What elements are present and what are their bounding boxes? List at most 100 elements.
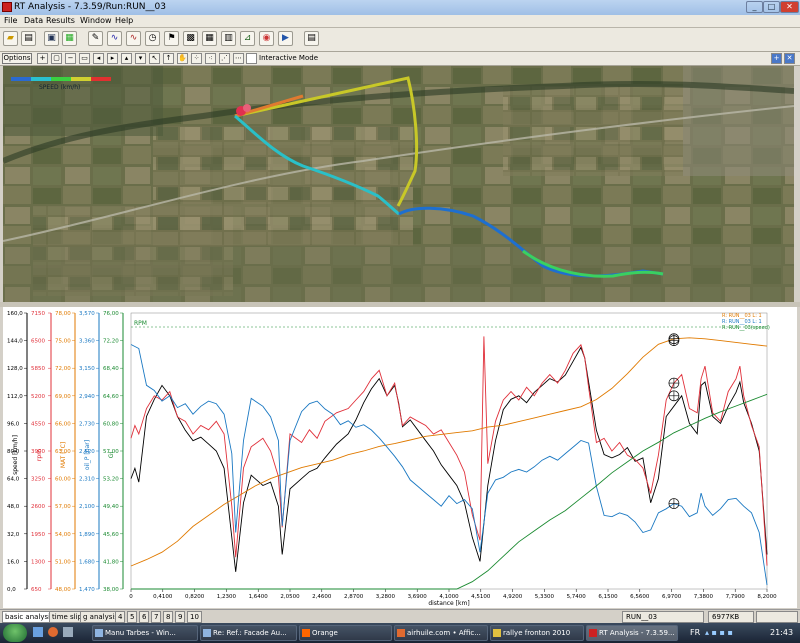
pointer-icon[interactable]: ↑ [163, 53, 174, 64]
pan-up-icon[interactable]: ▴ [121, 53, 132, 64]
node-icon[interactable]: ⁘ [191, 53, 202, 64]
folder-icon [493, 629, 501, 637]
clock[interactable]: 21:43 [770, 628, 793, 637]
stopwatch-icon[interactable]: ◷ [145, 31, 160, 46]
taskbar-item-windows-live[interactable]: Manu Tarbes - Win... [92, 625, 198, 641]
taskbar-item-airhuile[interactable]: airhuile.com • Affic... [394, 625, 488, 641]
y-tick-label: 60,00 [55, 477, 71, 483]
y-tick-label: 1,680 [79, 559, 95, 565]
tab-7[interactable]: 7 [151, 611, 162, 623]
zoom-fit-icon[interactable]: ▢ [51, 53, 62, 64]
language-indicator[interactable]: FR [690, 628, 700, 637]
select-icon[interactable]: ▭ [79, 53, 90, 64]
menu-data[interactable]: Data [24, 16, 43, 25]
y-tick-label: 2,100 [79, 504, 95, 510]
y-tick-label: 41,80 [103, 559, 119, 565]
x-tick-label: 6,9700 [662, 594, 682, 600]
print-icon[interactable]: ▤ [21, 31, 36, 46]
measure-icon[interactable]: ⋯ [233, 53, 244, 64]
ie-icon[interactable] [33, 627, 43, 637]
graph-icon[interactable]: ⊿ [240, 31, 255, 46]
maximize-button[interactable]: □ [763, 1, 780, 13]
y-tick-label: 2,730 [79, 421, 95, 427]
map-expand-icon[interactable]: + [771, 53, 782, 64]
open-folder-icon[interactable]: ▰ [3, 31, 18, 46]
calculator-icon[interactable]: ▥ [221, 31, 236, 46]
tab-8[interactable]: 8 [163, 611, 174, 623]
tab-10[interactable]: 10 [187, 611, 202, 623]
y-tick-label: 2,940 [79, 394, 95, 400]
zoom-out-icon[interactable]: − [65, 53, 76, 64]
y-tick-label: 51,00 [55, 559, 71, 565]
flag-icon[interactable]: ⚑ [164, 31, 179, 46]
y-tick-label: 5850 [31, 366, 45, 372]
x-tick-label: 0 [129, 594, 133, 600]
cursor-icon[interactable]: ↖ [149, 53, 160, 64]
pen-icon[interactable]: ✎ [88, 31, 103, 46]
y-tick-label: 38,00 [103, 587, 119, 593]
chart-icon[interactable]: ∿ [107, 31, 122, 46]
menu-help[interactable]: Help [115, 16, 133, 25]
y-tick-label: 54,00 [55, 532, 71, 538]
y-tick-label: 45,60 [103, 532, 119, 538]
zoom-in-icon[interactable]: + [37, 53, 48, 64]
taskbar-item-rallye[interactable]: rallye fronton 2010 [490, 625, 584, 641]
pan-left-icon[interactable]: ◂ [93, 53, 104, 64]
y-axis-label: speed [km/h] [12, 435, 19, 475]
y-tick-label: 128,0 [7, 366, 23, 372]
y-tick-label: 4550 [31, 421, 45, 427]
export-icon[interactable]: ▦ [62, 31, 77, 46]
title-bar: RT Analysis - 7.3.59/Run:RUN__03 _ □ ✕ [0, 0, 800, 15]
tab-5[interactable]: 5 [127, 611, 138, 623]
tab-6[interactable]: 6 [139, 611, 150, 623]
y-tick-label: 3,360 [79, 339, 95, 345]
taskbar-item-label: RT Analysis - 7.3.59... [599, 629, 675, 637]
save-icon[interactable]: ▣ [44, 31, 59, 46]
y-tick-label: 7150 [31, 311, 45, 317]
hand-icon[interactable]: ✋ [177, 53, 188, 64]
tab-4[interactable]: 4 [115, 611, 126, 623]
menu-window[interactable]: Window [80, 16, 112, 25]
options-button[interactable]: Options [2, 53, 32, 64]
start-button[interactable] [3, 624, 27, 642]
chart-svg: 0,016,032,048,064,080,096,0112,0128,0144… [7, 311, 777, 607]
y-tick-label: 160,0 [7, 311, 23, 317]
show-desktop-icon[interactable] [63, 627, 73, 637]
grid-icon[interactable]: ▦ [202, 31, 217, 46]
y-tick-label: 5200 [31, 394, 45, 400]
y-tick-label: 57,00 [55, 504, 71, 510]
y-tick-label: 53,20 [103, 477, 119, 483]
x-tick-label: 2,4600 [312, 594, 332, 600]
race-flag-icon[interactable]: ▩ [183, 31, 198, 46]
map-close-icon[interactable]: ✕ [784, 53, 795, 64]
close-button[interactable]: ✕ [780, 1, 799, 13]
x-tick-label: 5,3300 [535, 594, 555, 600]
minimize-button[interactable]: _ [746, 1, 763, 13]
y-tick-label: 3250 [31, 477, 45, 483]
x-tick-label: 1,2300 [217, 594, 237, 600]
tray-icons[interactable]: ▴ ▪ ▪ ▪ [705, 628, 733, 637]
pan-right-icon[interactable]: ▸ [107, 53, 118, 64]
notepad-icon[interactable]: ▤ [304, 31, 319, 46]
speed-legend-label: SPEED (km/h) [39, 84, 80, 91]
gauge-icon[interactable]: ◉ [259, 31, 274, 46]
tab-9[interactable]: 9 [175, 611, 186, 623]
taskbar-item-rt-analysis[interactable]: RT Analysis - 7.3.59... [586, 625, 678, 641]
taskbar-item-orange[interactable]: Orange [299, 625, 392, 641]
chart-alt-icon[interactable]: ∿ [126, 31, 141, 46]
data-chart[interactable]: 0,0 16,0 32,0 48,0 64,0 80,0 96,0 112,0 128,0 144… [3, 307, 797, 608]
x-tick-label: 5,7400 [567, 594, 587, 600]
taskbar: Manu Tarbes - Win... Re: Ref.: Facade Au… [0, 623, 800, 643]
file-size-status: 6977KB [708, 611, 754, 623]
menu-file[interactable]: File [4, 16, 17, 25]
waypoint-icon[interactable]: ⋰ [219, 53, 230, 64]
firefox-icon[interactable] [48, 627, 58, 637]
menu-results[interactable]: Results [46, 16, 75, 25]
interactive-mode-checkbox[interactable] [246, 53, 257, 64]
taskbar-item-mail[interactable]: Re: Ref.: Facade Au... [200, 625, 297, 641]
route-icon[interactable]: ⁖ [205, 53, 216, 64]
y-tick-label: 64,0 [7, 477, 20, 483]
play-icon[interactable]: ▶ [278, 31, 293, 46]
pan-down-icon[interactable]: ▾ [135, 53, 146, 64]
map-view[interactable]: SPEED (km/h) [3, 66, 794, 302]
